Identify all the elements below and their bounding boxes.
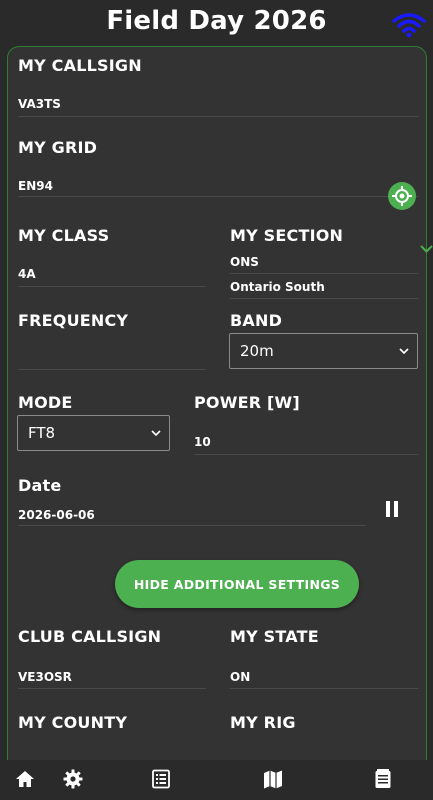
pause-icon[interactable] [384, 501, 400, 517]
settings-card: MY CALLSIGN VA3TS MY GRID EN94 MY CLASS … [7, 46, 427, 760]
my-class-label: MY CLASS [18, 226, 110, 245]
bottom-navigation [0, 760, 433, 800]
my-callsign-label: MY CALLSIGN [18, 56, 142, 75]
my-section-underline [230, 273, 418, 274]
my-callsign-underline [18, 116, 418, 117]
mode-label: MODE [18, 393, 73, 412]
my-class-underline [18, 286, 206, 287]
my-class-input[interactable]: 4A [18, 267, 36, 281]
my-grid-underline [18, 196, 418, 197]
club-callsign-label: CLUB CALLSIGN [18, 627, 162, 646]
my-section-name: Ontario South [230, 280, 325, 294]
club-callsign-input[interactable]: VE3OSR [18, 670, 72, 684]
my-section-label: MY SECTION [230, 226, 344, 245]
wifi-icon[interactable] [392, 12, 426, 38]
my-callsign-input[interactable]: VA3TS [18, 97, 61, 111]
list-icon[interactable] [150, 768, 172, 790]
power-input[interactable]: 10 [194, 435, 211, 449]
page-title: Field Day 2026 [106, 6, 327, 36]
chevron-down-icon[interactable] [420, 244, 433, 254]
frequency-underline [18, 369, 206, 370]
mode-selected-value: FT8 [28, 424, 56, 442]
log-icon[interactable] [372, 768, 394, 790]
band-select[interactable]: 20m [229, 333, 418, 369]
crosshair-location-icon [392, 186, 412, 206]
date-input[interactable]: 2026-06-06 [18, 508, 95, 522]
map-icon[interactable] [262, 768, 284, 790]
power-underline [194, 454, 418, 455]
my-state-underline [230, 688, 418, 689]
club-callsign-underline [18, 688, 206, 689]
home-icon[interactable] [14, 768, 36, 790]
gear-icon[interactable] [62, 768, 84, 790]
my-grid-label: MY GRID [18, 138, 98, 157]
my-county-label: MY COUNTY [18, 713, 128, 732]
my-section-input[interactable]: ONS [230, 255, 259, 269]
my-grid-input[interactable]: EN94 [18, 179, 53, 193]
app-header: Field Day 2026 [0, 0, 433, 46]
frequency-label: FREQUENCY [18, 311, 129, 330]
date-underline [18, 525, 366, 526]
locate-grid-button[interactable] [388, 182, 416, 210]
my-state-label: MY STATE [230, 627, 319, 646]
chevron-down-icon [399, 348, 409, 354]
hide-additional-settings-button[interactable]: HIDE ADDITIONAL SETTINGS [115, 560, 359, 608]
my-state-input[interactable]: ON [230, 670, 250, 684]
mode-select[interactable]: FT8 [17, 415, 170, 451]
my-rig-label: MY RIG [230, 713, 296, 732]
band-selected-value: 20m [240, 342, 274, 360]
date-label: Date [18, 476, 62, 495]
power-label: POWER [W] [194, 393, 300, 412]
chevron-down-icon [151, 430, 161, 436]
band-label: BAND [230, 311, 283, 330]
my-section-name-underline [230, 298, 418, 299]
